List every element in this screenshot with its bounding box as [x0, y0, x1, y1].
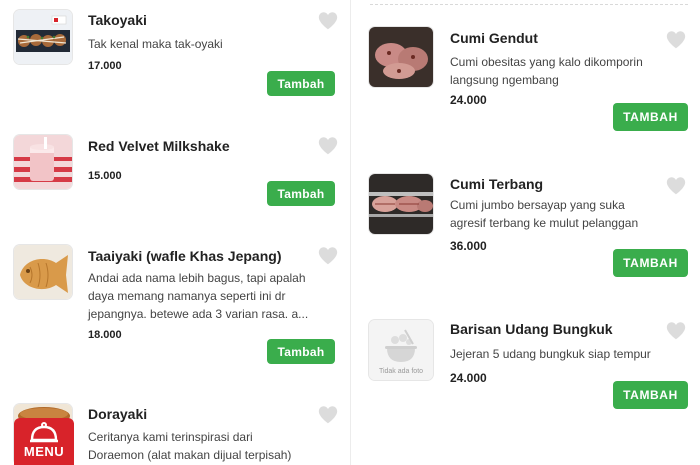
menu-item-cumi-terbang: Cumi Terbang Cumi jumbo bersayap yang su…	[369, 150, 694, 290]
favorite-heart-icon[interactable]	[665, 320, 687, 342]
favorite-heart-icon[interactable]	[317, 245, 339, 267]
cloche-icon	[30, 422, 58, 443]
favorite-heart-icon[interactable]	[665, 29, 687, 51]
item-description: Cumi obesitas yang kalo dikomporin langs…	[450, 55, 643, 87]
add-button[interactable]: Tambah	[267, 339, 335, 364]
menu-item-barisan-udang-bungkuk: Tidak ada foto Barisan Udang Bungkuk Jej…	[369, 295, 694, 435]
menu-item-cumi-gendut: Cumi Gendut Cumi obesitas yang kalo diko…	[369, 0, 694, 140]
item-price: 36.000	[450, 239, 487, 253]
cumi-gendut-photo[interactable]	[369, 27, 433, 87]
favorite-heart-icon[interactable]	[317, 10, 339, 32]
column-divider	[350, 0, 351, 465]
no-photo-placeholder: Tidak ada foto	[369, 320, 433, 380]
item-name: Cumi Gendut	[450, 30, 538, 46]
favorite-heart-icon[interactable]	[665, 175, 687, 197]
add-button[interactable]: TAMBAH	[613, 381, 688, 409]
item-description: Ceritanya kami terinspirasi dari Doraemo…	[88, 430, 292, 462]
add-button[interactable]: TAMBAH	[613, 249, 688, 277]
item-price: 24.000	[450, 371, 487, 385]
add-button[interactable]: TAMBAH	[613, 103, 688, 131]
item-description: Tak kenal maka tak-oyaki	[88, 37, 223, 51]
menu-badge[interactable]: MENU	[14, 418, 74, 465]
item-name: Takoyaki	[88, 12, 147, 28]
takoyaki-photo[interactable]	[14, 10, 72, 64]
item-price: 18.000	[88, 329, 122, 341]
item-description: Andai ada nama lebih bagus, tapi apalah …	[88, 271, 309, 321]
menu-item-taaiyaki: Taaiyaki (wafle Khas Jepang) Andai ada n…	[14, 235, 344, 375]
add-button[interactable]: Tambah	[267, 181, 335, 206]
cumi-terbang-photo[interactable]	[369, 174, 433, 234]
item-price: 17.000	[88, 60, 122, 72]
item-name: Barisan Udang Bungkuk	[450, 321, 613, 337]
no-photo-caption: Tidak ada foto	[378, 368, 424, 375]
menu-badge-label: MENU	[23, 444, 65, 459]
item-name: Taaiyaki (wafle Khas Jepang)	[88, 248, 282, 264]
menu-item-red-velvet-milkshake: Red Velvet Milkshake 15.000 Tambah	[14, 125, 344, 225]
taiyaki-photo[interactable]	[14, 245, 72, 299]
menu-item-takoyaki: Takoyaki Tak kenal maka tak-oyaki 17.000…	[14, 0, 344, 110]
milkshake-photo[interactable]	[14, 135, 72, 189]
favorite-heart-icon[interactable]	[317, 404, 339, 426]
item-name: Red Velvet Milkshake	[88, 138, 230, 154]
favorite-heart-icon[interactable]	[317, 135, 339, 157]
add-button[interactable]: Tambah	[267, 71, 335, 96]
item-description: Jejeran 5 udang bungkuk siap tempur	[450, 347, 651, 361]
item-price: 15.000	[88, 170, 122, 182]
item-price: 24.000	[450, 93, 487, 107]
item-name: Dorayaki	[88, 406, 148, 422]
item-name: Cumi Terbang	[450, 176, 544, 192]
item-description: Cumi jumbo bersayap yang suka agresif te…	[450, 198, 639, 230]
